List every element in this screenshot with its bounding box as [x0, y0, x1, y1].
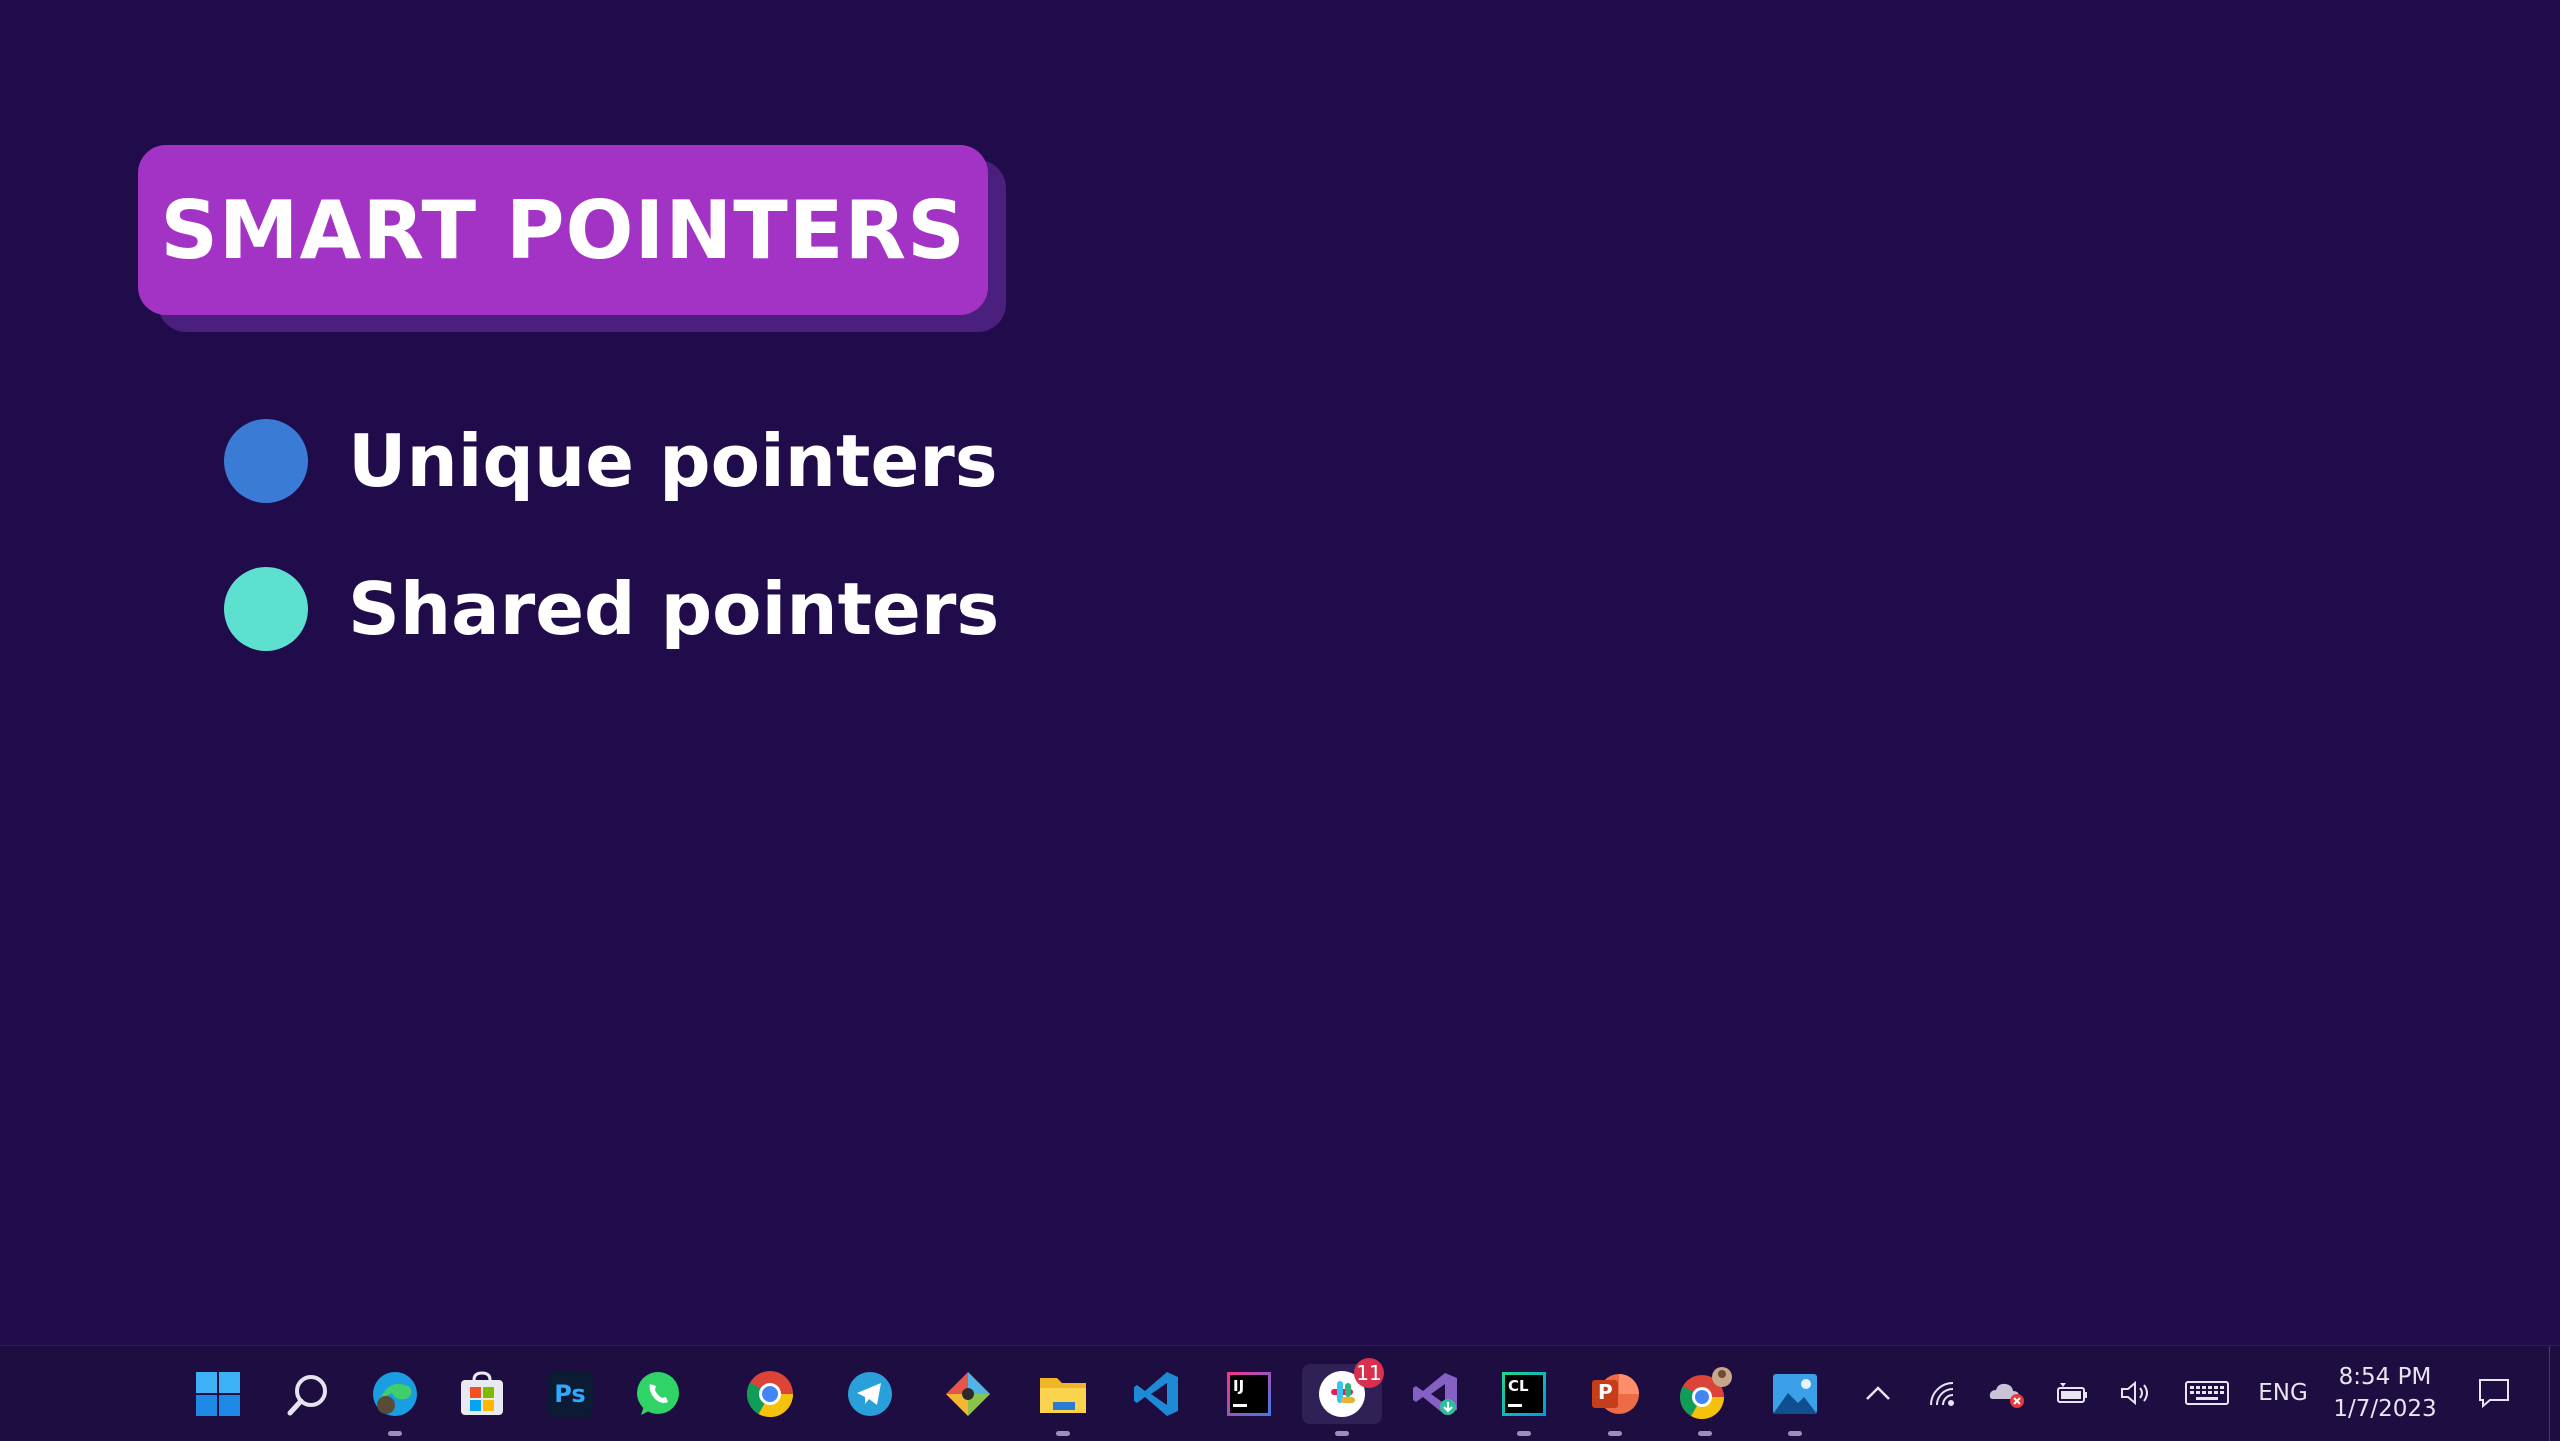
running-indicator [1335, 1431, 1349, 1436]
taskbar-app-photoshop[interactable]: Ps [540, 1364, 600, 1424]
clock-time: 8:54 PM [2338, 1364, 2432, 1390]
running-indicator [1608, 1431, 1622, 1436]
notification-center-button[interactable] [2472, 1368, 2516, 1418]
microsoft-store-icon [461, 1371, 503, 1415]
slide: SMART POINTERS Unique pointers Shared po… [0, 0, 2560, 1345]
taskbar-app-chrome[interactable] [740, 1364, 800, 1424]
clion-icon-text: CL [1508, 1377, 1529, 1395]
whatsapp-icon [637, 1372, 679, 1415]
taskbar-app-powerpoint[interactable]: P [1585, 1364, 1645, 1436]
onedrive-error-icon [1989, 1383, 2024, 1408]
git-client-icon [946, 1372, 990, 1416]
clion-icon: CL [1502, 1372, 1546, 1416]
windows-start-icon [196, 1372, 240, 1416]
visual-studio-icon [1413, 1373, 1457, 1415]
telegram-icon [848, 1372, 892, 1416]
notification-icon [2479, 1379, 2509, 1409]
photoshop-icon: Ps [547, 1371, 593, 1417]
taskbar-app-edge[interactable] [365, 1364, 425, 1436]
photoshop-icon-text: Ps [554, 1380, 586, 1408]
taskbar-app-file-explorer[interactable] [1033, 1364, 1093, 1436]
taskbar-app-whatsapp[interactable] [628, 1364, 688, 1424]
taskbar-app-photos[interactable] [1765, 1364, 1825, 1436]
taskbar-app-store[interactable] [452, 1364, 512, 1424]
intellij-icon: IJ [1227, 1372, 1271, 1416]
search-icon [287, 1375, 327, 1416]
taskbar: Ps IJ 11 CL P ENG 8:54 PM 1/7/2023 [0, 1345, 2560, 1441]
running-indicator [1788, 1431, 1802, 1436]
touch-keyboard-button[interactable] [2182, 1368, 2232, 1418]
slide-title: SMART POINTERS [160, 183, 966, 277]
bullet-label: Unique pointers [348, 419, 998, 503]
taskbar-app-clion[interactable]: CL [1494, 1364, 1554, 1436]
title-box: SMART POINTERS [138, 145, 988, 315]
powerpoint-icon-text: P [1598, 1380, 1613, 1404]
taskbar-app-telegram[interactable] [840, 1364, 900, 1424]
bullet-item-unique: Unique pointers [224, 419, 998, 503]
taskbar-app-chrome-profile[interactable] [1675, 1364, 1735, 1436]
battery-button[interactable] [2050, 1368, 2094, 1418]
wifi-icon [1930, 1382, 1954, 1406]
file-explorer-icon [1040, 1378, 1086, 1413]
notification-badge: 11 [1354, 1358, 1384, 1388]
taskbar-app-git-client[interactable] [938, 1364, 998, 1424]
photos-icon [1773, 1374, 1817, 1414]
show-hidden-icons-button[interactable] [1858, 1368, 1898, 1418]
show-desktop-button[interactable] [2549, 1346, 2554, 1441]
search-button[interactable] [278, 1364, 338, 1424]
clock-button[interactable]: 8:54 PM 1/7/2023 [2330, 1363, 2440, 1423]
running-indicator [388, 1431, 402, 1436]
chevron-up-icon [1866, 1386, 1890, 1400]
volume-button[interactable] [2114, 1368, 2158, 1418]
chrome-icon [746, 1371, 794, 1418]
chrome-profile-icon [1680, 1367, 1732, 1419]
keyboard-icon [2185, 1381, 2229, 1405]
powerpoint-icon [1592, 1374, 1639, 1414]
taskbar-app-visual-studio[interactable] [1405, 1364, 1465, 1424]
bullet-label: Shared pointers [348, 567, 1000, 651]
start-button[interactable] [188, 1364, 248, 1424]
taskbar-app-vscode[interactable] [1126, 1364, 1186, 1424]
speaker-icon [2121, 1380, 2148, 1406]
bullet-item-shared: Shared pointers [224, 567, 999, 651]
input-language-button[interactable]: ENG [2250, 1368, 2316, 1418]
bullet-dot-blue [224, 419, 308, 503]
intellij-icon-text: IJ [1233, 1377, 1245, 1395]
edge-icon [373, 1372, 417, 1416]
network-button[interactable] [1922, 1368, 1962, 1418]
taskbar-app-slack[interactable]: 11 [1302, 1358, 1384, 1436]
running-indicator [1698, 1431, 1712, 1436]
vscode-icon [1134, 1372, 1178, 1416]
onedrive-button[interactable] [1985, 1368, 2029, 1418]
running-indicator [1056, 1431, 1070, 1436]
clock-date: 1/7/2023 [2333, 1396, 2437, 1422]
battery-charging-icon [2057, 1383, 2087, 1403]
bullet-dot-teal [224, 567, 308, 651]
taskbar-app-intellij[interactable]: IJ [1219, 1364, 1279, 1424]
language-indicator: ENG [2258, 1380, 2308, 1406]
running-indicator [1517, 1431, 1531, 1436]
